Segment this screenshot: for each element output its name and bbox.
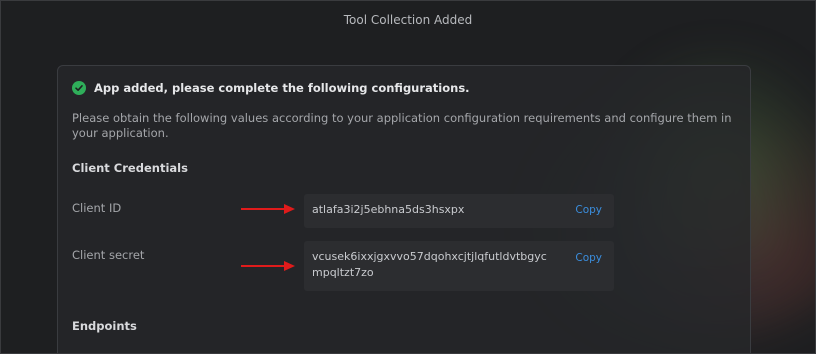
configuration-card: App added, please complete the following… [57, 65, 751, 353]
client-secret-field[interactable]: vcusek6ixxjgxvvo57dqohxcjtjlqfutldvtbgyc… [304, 241, 614, 291]
client-id-field[interactable]: atlafa3i2j5ebhna5ds3hsxpx Copy [304, 194, 614, 228]
dialog-window: Tool Collection Added App added, please … [0, 0, 816, 354]
copy-client-id-button[interactable]: Copy [575, 204, 602, 216]
arrow-right-icon [241, 204, 295, 214]
client-secret-label: Client secret [72, 248, 145, 262]
copy-client-secret-button[interactable]: Copy [575, 252, 602, 264]
instructions-text: Please obtain the following values accor… [72, 111, 732, 140]
endpoints-heading: Endpoints [72, 319, 137, 333]
client-secret-value: vcusek6ixxjgxvvo57dqohxcjtjlqfutldvtbgyc… [312, 250, 547, 279]
dialog-title: Tool Collection Added [343, 13, 473, 27]
success-check-icon [72, 81, 86, 95]
arrow-right-icon [241, 261, 295, 271]
success-message: App added, please complete the following… [94, 81, 470, 95]
success-banner: App added, please complete the following… [72, 81, 470, 95]
client-credentials-heading: Client Credentials [72, 161, 188, 175]
client-id-label: Client ID [72, 201, 122, 215]
client-id-value: atlafa3i2j5ebhna5ds3hsxpx [312, 203, 465, 216]
